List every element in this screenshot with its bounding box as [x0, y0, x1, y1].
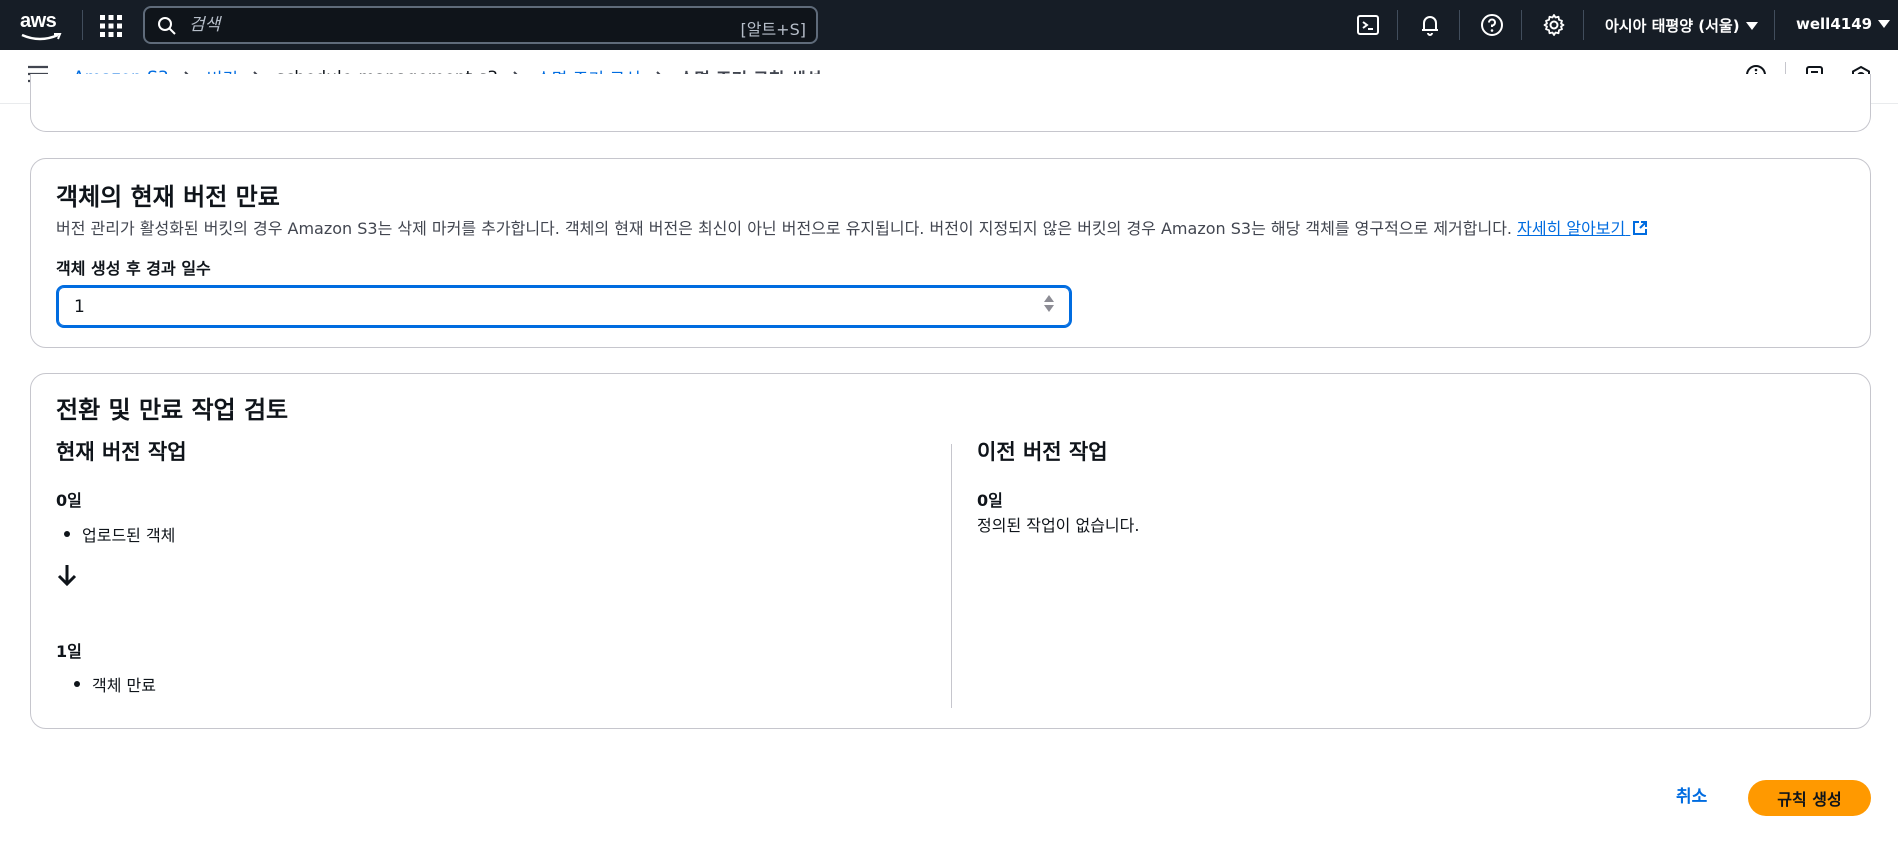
current-step-day: 0일 — [56, 491, 82, 510]
search-input[interactable] — [189, 8, 749, 42]
region-selector[interactable]: 아시아 태평양 (서울) — [1605, 15, 1758, 36]
nav-divider — [1774, 10, 1775, 40]
section-description: 버전 관리가 활성화된 버킷의 경우 Amazon S3는 삭제 마커를 추가합… — [56, 215, 1648, 239]
current-version-expiration-card: 객체의 현재 버전 만료 버전 관리가 활성화된 버킷의 경우 Amazon S… — [30, 158, 1871, 348]
nav-divider — [1397, 10, 1398, 40]
current-step-item: 업로드된 객체 — [64, 522, 175, 546]
nav-divider — [1459, 10, 1460, 40]
nav-divider — [82, 10, 83, 40]
review-actions-card: 전환 및 만료 작업 검토 현재 버전 작업 0일 업로드된 객체 1일 객체 … — [30, 373, 1871, 729]
previous-section-card — [30, 74, 1871, 132]
previous-step-day: 0일 — [977, 491, 1003, 510]
days-after-creation-input[interactable] — [74, 287, 974, 326]
bell-icon[interactable] — [1418, 13, 1442, 37]
number-stepper[interactable] — [1044, 295, 1054, 312]
review-title: 전환 및 만료 작업 검토 — [56, 396, 289, 424]
days-after-creation-field[interactable] — [56, 285, 1072, 328]
main-content: 객체의 현재 버전 만료 버전 관리가 활성화된 버킷의 경우 Amazon S… — [0, 74, 1898, 865]
learn-more-link[interactable]: 자세히 알아보기 — [1517, 219, 1648, 238]
external-link-icon — [1633, 221, 1648, 235]
learn-more-label: 자세히 알아보기 — [1517, 219, 1626, 238]
help-icon[interactable] — [1480, 13, 1504, 37]
current-step-item: 객체 만료 — [74, 672, 156, 696]
top-navigation: aws [알트+S] — [0, 0, 1898, 50]
caret-down-icon — [1745, 21, 1758, 30]
description-text: 버전 관리가 활성화된 버킷의 경우 Amazon S3는 삭제 마커를 추가합… — [56, 219, 1513, 238]
aws-logo-text: aws — [20, 10, 57, 32]
nav-divider — [1583, 10, 1584, 40]
create-rule-button[interactable]: 규칙 생성 — [1748, 780, 1871, 816]
column-divider — [951, 444, 952, 708]
account-menu[interactable]: well4149 — [1796, 15, 1891, 33]
previous-version-actions-title: 이전 버전 작업 — [977, 440, 1108, 464]
current-version-actions-title: 현재 버전 작업 — [56, 440, 187, 464]
current-step-day: 1일 — [56, 642, 82, 661]
section-title: 객체의 현재 버전 만료 — [56, 183, 280, 211]
gear-icon[interactable] — [1542, 13, 1566, 37]
services-grid-icon[interactable] — [100, 15, 122, 37]
search-shortcut-hint: [알트+S] — [740, 20, 807, 39]
previous-step-text: 정의된 작업이 없습니다. — [977, 516, 1140, 535]
region-label: 아시아 태평양 (서울) — [1605, 17, 1740, 35]
days-after-creation-label: 객체 생성 후 경과 일수 — [56, 259, 211, 278]
aws-smile-icon — [21, 33, 62, 41]
stepper-up-icon[interactable] — [1044, 295, 1054, 302]
nav-divider — [1521, 10, 1522, 40]
arrow-down-icon — [57, 565, 77, 587]
cloudshell-icon[interactable] — [1356, 13, 1380, 37]
caret-down-icon — [1878, 20, 1891, 28]
account-label: well4149 — [1796, 15, 1873, 33]
search-icon — [158, 17, 176, 35]
cancel-button[interactable]: 취소 — [1676, 782, 1707, 807]
search-box[interactable]: [알트+S] — [143, 6, 818, 44]
stepper-down-icon[interactable] — [1044, 305, 1054, 312]
aws-logo[interactable]: aws — [20, 10, 64, 41]
